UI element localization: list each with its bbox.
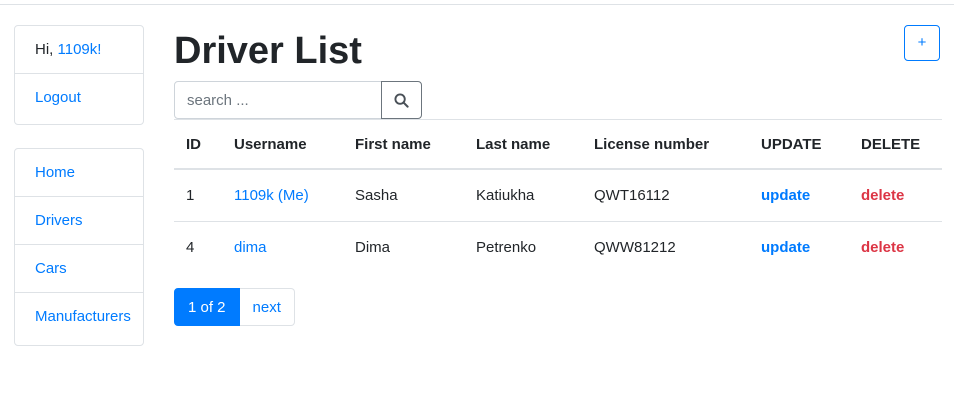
cell-license-number: QWT16112	[594, 187, 670, 204]
user-panel: Hi, 1109k! Logout	[14, 25, 144, 125]
update-link[interactable]: update	[761, 170, 810, 221]
sidebar-item-home[interactable]: Home	[15, 149, 143, 197]
add-driver-button[interactable]: +	[904, 25, 940, 61]
logout-item[interactable]: Logout	[15, 74, 143, 122]
delete-link[interactable]: delete	[861, 170, 904, 221]
column-header-id: ID	[186, 135, 201, 153]
cell-id: 4	[186, 239, 195, 256]
column-header-delete: DELETE	[861, 135, 921, 153]
delete-link[interactable]: delete	[861, 222, 904, 273]
column-header-first-name: First name	[355, 135, 431, 153]
sidebar-item-label[interactable]: Cars	[35, 260, 67, 277]
column-header-last-name: Last name	[476, 135, 551, 153]
search-icon	[394, 92, 409, 108]
update-link[interactable]: update	[761, 222, 810, 273]
sidebar-item-manufacturers[interactable]: Manufacturers	[15, 293, 143, 341]
table-header-row: ID Username First name Last name License…	[174, 119, 942, 169]
page-title: Driver List	[174, 30, 362, 72]
cell-id: 1	[186, 187, 195, 204]
pagination: 1 of 2 next	[174, 288, 295, 326]
username-link[interactable]: 1109k!	[58, 41, 102, 58]
cell-last-name: Katiukha	[476, 187, 535, 204]
sidebar-item-label[interactable]: Drivers	[35, 212, 83, 229]
username-link[interactable]: 1109k (Me)	[234, 170, 309, 221]
current-page-indicator: 1 of 2	[174, 288, 240, 326]
username-link[interactable]: dima	[234, 222, 267, 273]
search-input[interactable]	[174, 81, 382, 119]
greeting: Hi, 1109k!	[15, 26, 143, 74]
cell-license-number: QWW81212	[594, 239, 676, 256]
column-header-license-number: License number	[594, 135, 710, 153]
greeting-prefix: Hi,	[35, 41, 58, 58]
drivers-table: ID Username First name Last name License…	[174, 119, 942, 273]
cell-last-name: Petrenko	[476, 239, 537, 256]
next-page-link[interactable]: next	[239, 288, 295, 326]
logout-link[interactable]: Logout	[35, 89, 81, 106]
sidebar-item-label[interactable]: Manufacturers	[35, 308, 131, 325]
table-row: 1 1109k (Me) Sasha Katiukha QWT16112 upd…	[174, 169, 942, 221]
cell-first-name: Dima	[355, 239, 391, 256]
sidebar-nav: Home Drivers Cars Manufacturers	[14, 148, 144, 346]
top-divider	[0, 4, 954, 5]
search-button[interactable]	[381, 81, 422, 119]
sidebar-item-drivers[interactable]: Drivers	[15, 197, 143, 245]
sidebar-item-cars[interactable]: Cars	[15, 245, 143, 293]
column-header-username: Username	[234, 135, 307, 153]
sidebar-item-label[interactable]: Home	[35, 164, 75, 181]
cell-first-name: Sasha	[355, 187, 398, 204]
column-header-update: UPDATE	[761, 135, 822, 153]
table-row: 4 dima Dima Petrenko QWW81212 update del…	[174, 221, 942, 273]
